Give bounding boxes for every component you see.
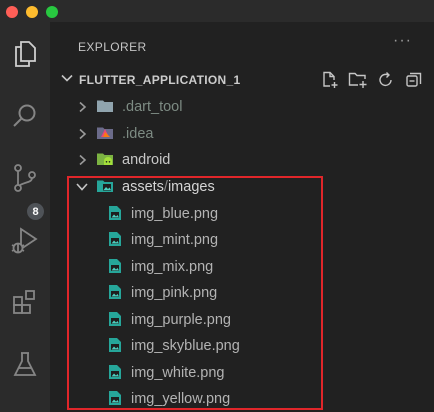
folder-label: android <box>122 152 171 168</box>
file-row[interactable]: img_purple.png <box>50 307 434 333</box>
file-label: img_mint.png <box>131 232 219 248</box>
file-row[interactable]: img_skyblue.png <box>50 333 434 359</box>
android-folder-icon <box>97 153 113 165</box>
file-label: img_blue.png <box>131 206 219 222</box>
activity-run-debug[interactable] <box>0 216 50 264</box>
explorer-actions <box>320 70 424 90</box>
run-debug-icon <box>11 227 38 254</box>
image-file-icon <box>109 365 121 379</box>
title-bar <box>0 0 434 22</box>
chevron-right-icon <box>79 128 87 140</box>
image-file-icon <box>109 232 121 246</box>
chevron-right-icon <box>79 101 87 113</box>
tree-folder-dart-tool[interactable]: .dart_tool <box>50 94 434 120</box>
more-actions-icon[interactable]: ··· <box>393 32 412 50</box>
workspace-root-label: FLUTTER_APPLICATION_1 <box>79 73 241 87</box>
folder-icon <box>97 100 113 112</box>
image-file-icon <box>109 259 121 273</box>
collapse-all-button[interactable] <box>404 70 424 90</box>
chevron-down-icon <box>76 183 88 191</box>
file-row[interactable]: img_mint.png <box>50 227 434 253</box>
new-folder-button[interactable] <box>348 70 368 90</box>
image-file-icon <box>109 206 121 220</box>
chevron-right-icon <box>79 154 87 166</box>
close-window-button[interactable] <box>6 6 18 18</box>
image-file-icon <box>109 312 121 326</box>
folder-label: .idea <box>122 126 154 142</box>
image-file-icon <box>109 391 121 405</box>
image-folder-icon <box>97 180 113 192</box>
file-row[interactable]: img_yellow.png <box>50 386 434 412</box>
collapse-all-icon <box>406 72 422 87</box>
idea-folder-icon <box>97 127 113 139</box>
new-file-button[interactable] <box>320 70 340 90</box>
search-icon <box>13 104 36 127</box>
file-label: img_skyblue.png <box>131 338 240 354</box>
maximize-window-button[interactable] <box>46 6 58 18</box>
chevron-down-icon <box>61 74 73 82</box>
refresh-button[interactable] <box>376 70 396 90</box>
new-folder-icon <box>348 72 367 88</box>
activity-search[interactable] <box>0 92 50 140</box>
file-label: img_pink.png <box>131 285 218 301</box>
source-control-icon <box>14 164 36 192</box>
minimize-window-button[interactable] <box>26 6 38 18</box>
file-label: img_white.png <box>131 365 225 381</box>
workspace-root[interactable]: FLUTTER_APPLICATION_1 <box>50 68 434 92</box>
tree-folder-idea[interactable]: .idea <box>50 121 434 147</box>
activity-testing[interactable] <box>0 340 50 388</box>
file-row[interactable]: img_pink.png <box>50 280 434 306</box>
refresh-icon <box>379 72 392 87</box>
folder-name-assets: assets <box>122 179 164 195</box>
flask-icon <box>13 352 37 376</box>
file-row[interactable]: img_white.png <box>50 360 434 386</box>
file-label: img_purple.png <box>131 312 231 328</box>
tree-folder-assets-images[interactable]: assets/images <box>50 174 434 200</box>
files-icon <box>15 41 36 67</box>
tree-folder-android[interactable]: android <box>50 147 434 173</box>
activity-extensions[interactable] <box>0 278 50 326</box>
explorer-sidebar: EXPLORER ··· FLUTTER_APPLICATION_1 .dart… <box>50 22 434 412</box>
file-label: img_yellow.png <box>131 391 231 407</box>
extensions-icon <box>13 290 35 314</box>
explorer-title: EXPLORER <box>78 40 147 54</box>
file-row[interactable]: img_blue.png <box>50 201 434 227</box>
image-file-icon <box>109 285 121 299</box>
activity-bar: 8 <box>0 22 50 412</box>
activity-explorer[interactable] <box>0 30 50 78</box>
file-label: img_mix.png <box>131 259 214 275</box>
activity-source-control[interactable] <box>0 154 50 202</box>
image-file-icon <box>109 338 121 352</box>
open-folder-label: assets/images <box>122 179 215 195</box>
file-row[interactable]: img_mix.png <box>50 254 434 280</box>
folder-label: .dart_tool <box>122 99 183 115</box>
folder-name-images: images <box>167 179 215 195</box>
new-file-icon <box>323 71 338 88</box>
